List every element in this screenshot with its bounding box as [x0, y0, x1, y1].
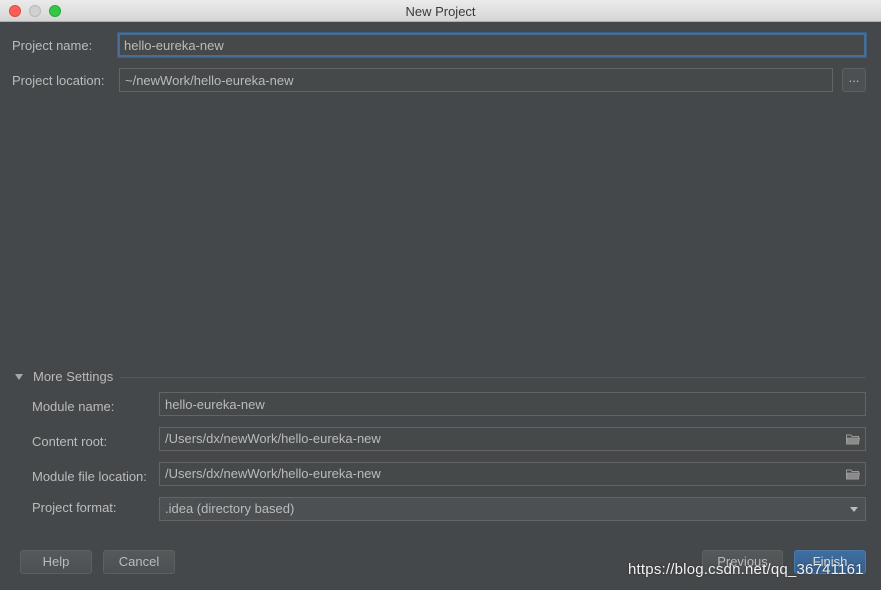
module-file-location-value: /Users/dx/newWork/hello-eureka-new [165, 466, 381, 481]
help-button[interactable]: Help [20, 550, 92, 574]
module-name-input[interactable] [159, 392, 866, 416]
module-name-label: Module name: [32, 399, 115, 414]
content-root-field[interactable]: /Users/dx/newWork/hello-eureka-new [159, 427, 866, 451]
project-location-label: Project location: [12, 73, 105, 88]
project-name-label: Project name: [12, 38, 93, 53]
chevron-down-icon [850, 507, 858, 512]
cancel-button[interactable]: Cancel [103, 550, 175, 574]
module-file-location-label: Module file location: [32, 469, 147, 484]
window-titlebar: New Project [0, 0, 881, 22]
module-file-location-field[interactable]: /Users/dx/newWork/hello-eureka-new [159, 462, 866, 486]
section-divider [120, 377, 866, 378]
project-format-label: Project format: [32, 500, 117, 515]
triangle-down-icon [15, 374, 23, 380]
watermark-text: https://blog.csdn.net/qq_36741161 [628, 561, 864, 578]
more-settings-label: More Settings [33, 369, 114, 384]
project-format-value: .idea (directory based) [165, 501, 295, 516]
content-root-value: /Users/dx/newWork/hello-eureka-new [165, 431, 381, 446]
browse-location-button[interactable]: ... [842, 68, 866, 92]
folder-icon[interactable] [846, 433, 860, 445]
content-root-label: Content root: [32, 434, 108, 449]
project-location-input[interactable] [119, 68, 833, 92]
project-format-select[interactable]: .idea (directory based) [159, 497, 866, 521]
folder-icon[interactable] [846, 468, 860, 480]
project-name-input[interactable] [118, 33, 866, 57]
window-title: New Project [405, 4, 476, 19]
